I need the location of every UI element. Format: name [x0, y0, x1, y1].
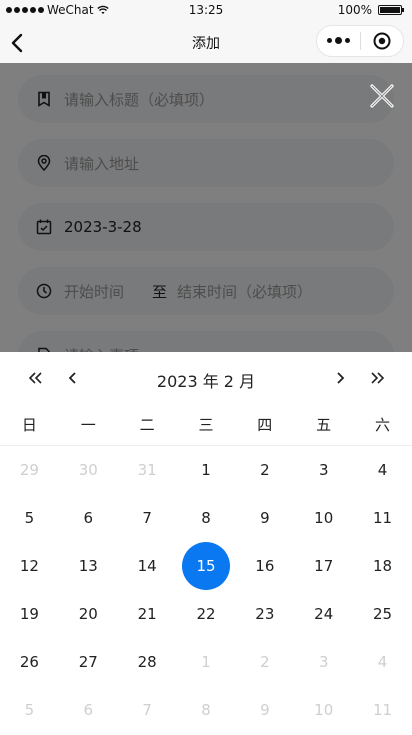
calendar-day[interactable]: 27: [59, 638, 118, 686]
calendar-day[interactable]: 23: [235, 590, 294, 638]
weekday-label: 六: [374, 416, 390, 434]
calendar-day[interactable]: 1: [177, 446, 236, 494]
calendar-day[interactable]: 7: [118, 686, 177, 734]
calendar-day[interactable]: 15: [177, 542, 236, 590]
calendar-header: 2023 年 2 月: [0, 352, 412, 404]
calendar-day[interactable]: 20: [59, 590, 118, 638]
calendar-day[interactable]: 26: [0, 638, 59, 686]
calendar-days-grid: 29 30 31 1 2 3 4 5 6 7 8 9 10 11 12 13 14 15 16 17 18 19 20 21 2…: [0, 446, 412, 734]
calendar-day[interactable]: 6: [59, 494, 118, 542]
calendar-day[interactable]: 4: [353, 638, 412, 686]
calendar-day[interactable]: 21: [118, 590, 177, 638]
calendar-day[interactable]: 6: [59, 686, 118, 734]
calendar-day[interactable]: 10: [294, 686, 353, 734]
selected-day[interactable]: 15: [181, 542, 230, 590]
calendar-day[interactable]: 7: [118, 494, 177, 542]
weekday-label: 五: [316, 416, 332, 434]
calendar-day[interactable]: 3: [294, 638, 353, 686]
weekday-label: 四: [257, 416, 273, 434]
calendar-day[interactable]: 17: [294, 542, 353, 590]
calendar-day[interactable]: 5: [0, 686, 59, 734]
calendar-day[interactable]: 24: [294, 590, 353, 638]
calendar-picker: 2023 年 2 月 日 一 二 三 四 五 六 29 30 31 1 2 3 4 5 6 7 8 9…: [0, 352, 412, 735]
calendar-day[interactable]: 2: [235, 446, 294, 494]
calendar-day[interactable]: 9: [235, 494, 294, 542]
weekday-label: 二: [139, 416, 155, 434]
calendar-day[interactable]: 14: [118, 542, 177, 590]
calendar-day[interactable]: 5: [0, 494, 59, 542]
battery-icon: [378, 5, 404, 15]
calendar-day[interactable]: 12: [0, 542, 59, 590]
calendar-day[interactable]: 29: [0, 446, 59, 494]
calendar-day[interactable]: 22: [177, 590, 236, 638]
weekday-label: 日: [21, 416, 37, 434]
weekday-label: 一: [80, 416, 96, 434]
calendar-day[interactable]: 13: [59, 542, 118, 590]
calendar-day[interactable]: 28: [118, 638, 177, 686]
status-bar: WeChat 13:25 100%: [0, 0, 412, 22]
calendar-day[interactable]: 30: [59, 446, 118, 494]
weekday-label: 三: [198, 416, 214, 434]
calendar-day[interactable]: 25: [353, 590, 412, 638]
battery-percent: 100%: [337, 3, 372, 17]
calendar-day[interactable]: 11: [353, 494, 412, 542]
calendar-day[interactable]: 19: [0, 590, 59, 638]
calendar-day[interactable]: 10: [294, 494, 353, 542]
calendar-day[interactable]: 8: [177, 494, 236, 542]
calendar-day[interactable]: 2: [235, 638, 294, 686]
next-month-icon[interactable]: [328, 366, 352, 390]
calendar-day[interactable]: 3: [294, 446, 353, 494]
calendar-day[interactable]: 31: [118, 446, 177, 494]
calendar-day[interactable]: 8: [177, 686, 236, 734]
calendar-day[interactable]: 1: [177, 638, 236, 686]
calendar-day[interactable]: 9: [235, 686, 294, 734]
nav-bar: 添加: [0, 22, 412, 63]
close-miniprogram-icon[interactable]: [360, 32, 403, 50]
next-year-icon[interactable]: [366, 366, 390, 390]
calendar-day[interactable]: 11: [353, 686, 412, 734]
calendar-day[interactable]: 4: [353, 446, 412, 494]
status-right: 100%: [337, 3, 404, 17]
close-icon[interactable]: [368, 82, 396, 110]
calendar-day[interactable]: 18: [353, 542, 412, 590]
more-options-icon[interactable]: [317, 37, 360, 44]
weekday-header: 日 一 二 三 四 五 六: [0, 404, 412, 446]
calendar-day[interactable]: 16: [235, 542, 294, 590]
mini-program-capsule: [316, 25, 404, 57]
